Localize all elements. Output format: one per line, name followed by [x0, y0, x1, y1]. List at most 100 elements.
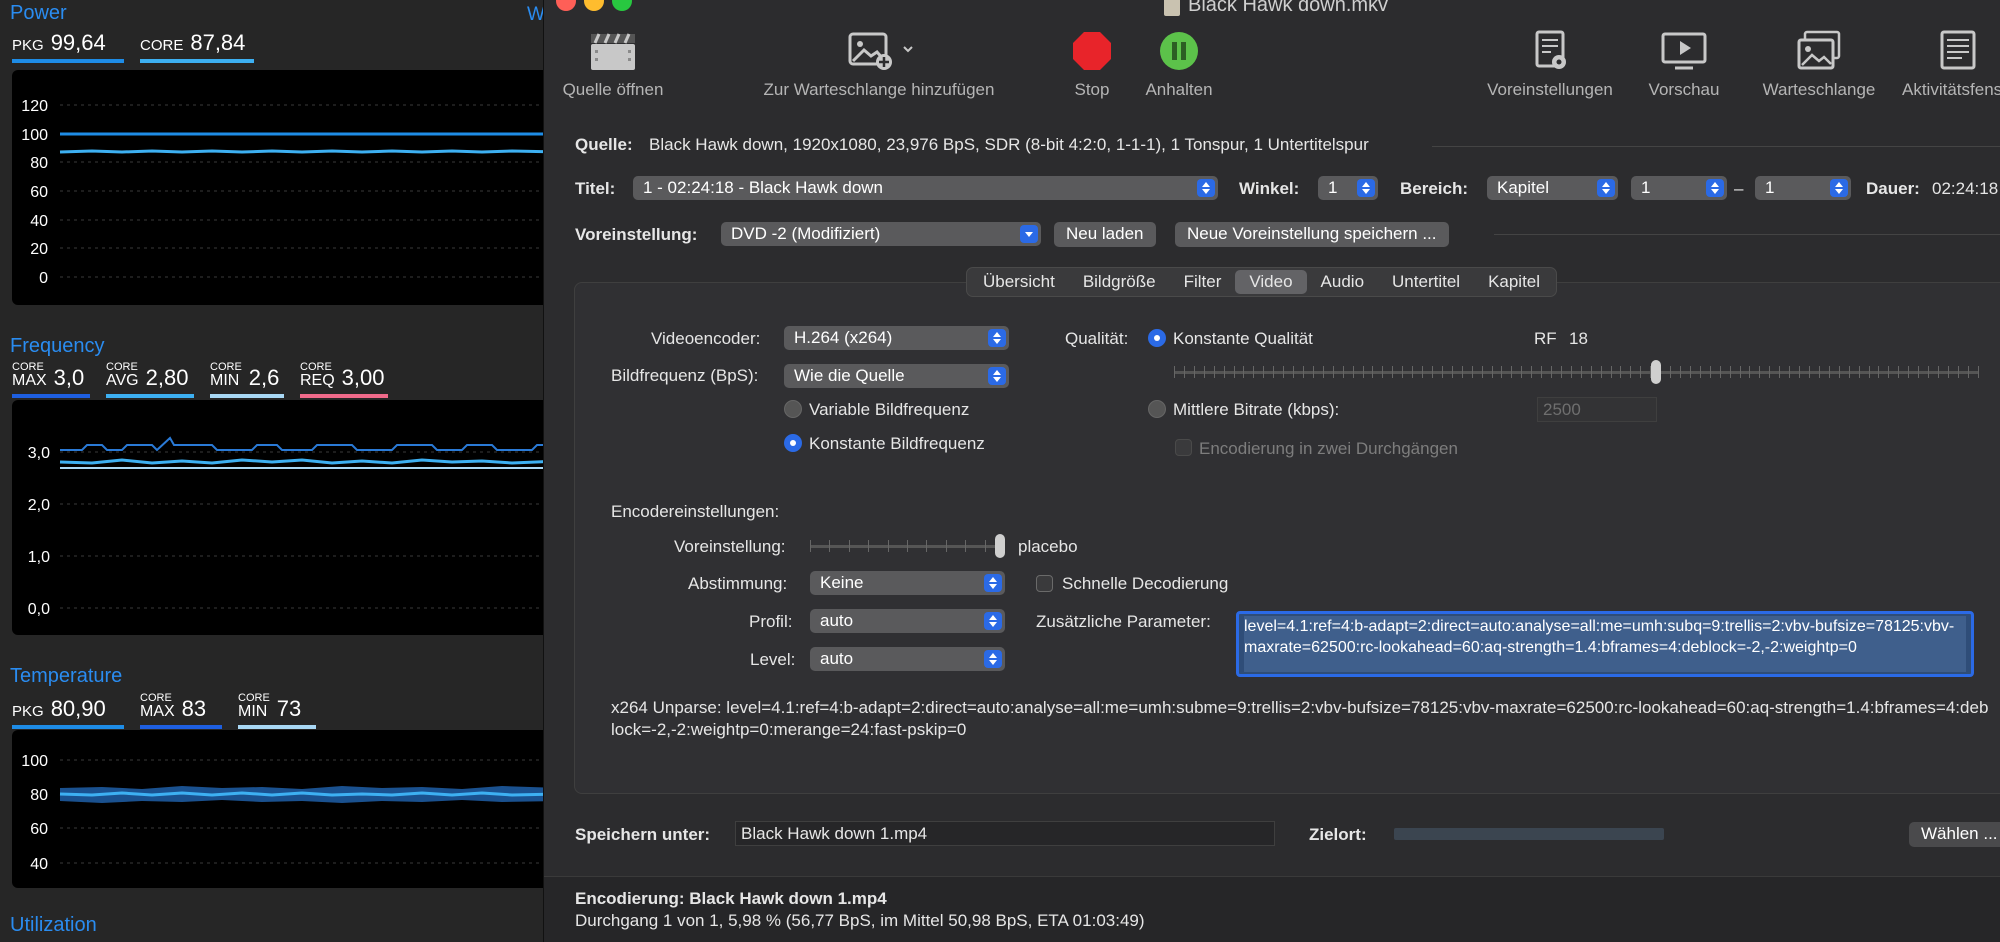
range-label: Bereich:: [1400, 179, 1469, 198]
tune-label: Abstimmung:: [688, 574, 788, 593]
slider-tick: [1441, 366, 1443, 378]
pause-button[interactable]: Anhalten: [1134, 30, 1224, 100]
slider-tick: [887, 540, 889, 552]
encoder-select[interactable]: H.264 (x264): [784, 326, 1009, 350]
freq-avg-metric: CORE AVG 2,80: [106, 362, 194, 398]
extra-params-label: Zusätzliche Parameter:: [1036, 612, 1211, 631]
variable-framerate-radio[interactable]: [784, 400, 802, 418]
tab-video[interactable]: Video: [1235, 270, 1307, 294]
power-title: Power: [10, 2, 67, 24]
level-select[interactable]: auto: [810, 647, 1005, 671]
preset-label: Voreinstellung:: [575, 225, 698, 244]
presets-button[interactable]: Voreinstellungen: [1480, 30, 1620, 100]
chevron-updown-icon: [1706, 179, 1724, 197]
save-as-input[interactable]: Black Hawk down 1.mp4: [735, 821, 1275, 846]
destination-path-field[interactable]: [1394, 828, 1664, 840]
framerate-select[interactable]: Wie die Quelle: [784, 364, 1009, 388]
two-pass-checkbox[interactable]: [1175, 439, 1192, 456]
power-ytick: 80: [30, 155, 48, 172]
freq-avg-line: [59, 458, 560, 465]
encoder-select-value: H.264 (x264): [794, 328, 893, 347]
tab-audio[interactable]: Audio: [1307, 270, 1378, 294]
constant-framerate-label: Konstante Bildfrequenz: [809, 434, 985, 453]
minimize-window-button[interactable]: [584, 0, 604, 11]
tab-chapters[interactable]: Kapitel: [1474, 270, 1554, 294]
temp-min-metric: CORE MIN 73: [238, 693, 316, 729]
quality-slider[interactable]: [1174, 360, 1979, 384]
extra-params-text: level=4.1:ref=4:b-adapt=2:direct=auto:an…: [1244, 616, 1966, 672]
slider-tick: [1273, 366, 1275, 378]
slider-tick: [1570, 366, 1572, 378]
separator: [1432, 146, 2000, 147]
chevron-updown-icon: [984, 650, 1002, 668]
profile-select[interactable]: auto: [810, 609, 1005, 633]
slider-tick: [1680, 366, 1682, 378]
stop-icon: [1062, 30, 1122, 72]
bitrate-input[interactable]: 2500: [1537, 397, 1657, 422]
average-bitrate-radio[interactable]: [1148, 400, 1166, 418]
angle-select-value: 1: [1328, 178, 1338, 197]
slider-tick: [1352, 366, 1354, 378]
power-ytick: 60: [30, 184, 48, 201]
slider-tick: [945, 540, 947, 552]
slider-tick: [1769, 366, 1771, 378]
range-dash: –: [1734, 179, 1744, 198]
preview-icon: [1640, 30, 1728, 72]
slider-tick: [1828, 366, 1830, 378]
screen: W Power PKG 99,64 CORE 87,84 120 100 80 …: [0, 0, 2000, 942]
reload-button[interactable]: Neu laden: [1054, 222, 1156, 247]
tab-subtitles[interactable]: Untertitel: [1378, 270, 1474, 294]
slider-tick: [1283, 366, 1285, 378]
slider-tick: [1243, 366, 1245, 378]
slider-tick: [1183, 366, 1185, 378]
add-to-queue-button[interactable]: Zur Warteschlange hinzufügen: [744, 30, 1014, 100]
source-info: Black Hawk down, 1920x1080, 23,976 BpS, …: [649, 135, 1369, 154]
save-new-preset-button[interactable]: Neue Voreinstellung speichern ...: [1175, 222, 1449, 247]
slider-tick: [984, 540, 986, 552]
slider-tick: [1749, 366, 1751, 378]
quality-slider-knob[interactable]: [1651, 360, 1661, 384]
encoder-preset-slider[interactable]: [810, 534, 1005, 558]
power-core-metric: CORE 87,84: [140, 32, 254, 63]
open-source-button[interactable]: Quelle öffnen: [558, 30, 668, 100]
zoom-window-button[interactable]: [612, 0, 632, 11]
power-ytick: 100: [21, 127, 48, 144]
slider-tick: [1451, 366, 1453, 378]
handbrake-window: Black Hawk down.mkv Quelle öffnen Zur Wa…: [543, 0, 2000, 942]
temp-pkg-label: PKG: [12, 703, 44, 720]
settings-tabs: Übersicht Bildgröße Filter Video Audio U…: [966, 267, 1558, 297]
slider-tick: [1719, 366, 1721, 378]
tab-filters[interactable]: Filter: [1170, 270, 1236, 294]
range-to-select[interactable]: 1: [1755, 176, 1851, 200]
slider-tick: [1977, 366, 1979, 378]
slider-tick: [1610, 366, 1612, 378]
choose-destination-button[interactable]: Wählen ...: [1909, 822, 2000, 847]
angle-select[interactable]: 1: [1318, 176, 1378, 200]
tab-dimensions[interactable]: Bildgröße: [1069, 270, 1170, 294]
stop-button[interactable]: Stop: [1062, 30, 1122, 100]
slider-tick: [810, 540, 811, 552]
temp-max-value: 83: [181, 696, 207, 721]
slider-tick: [1263, 366, 1265, 378]
slider-tick: [1213, 366, 1215, 378]
temperature-chart-svg: 100 80 60 40: [21, 753, 560, 873]
preview-button[interactable]: Vorschau: [1640, 30, 1728, 100]
temp-ytick: 80: [30, 787, 48, 804]
title-select[interactable]: 1 - 02:24:18 - Black Hawk down: [633, 176, 1218, 200]
frequency-chart-svg: 3,0 2,0 1,0 0,0: [28, 436, 560, 618]
tune-select[interactable]: Keine: [810, 571, 1005, 595]
fast-decode-checkbox[interactable]: [1036, 575, 1053, 592]
activity-button[interactable]: Aktivitätsfens: [1894, 30, 2000, 100]
close-window-button[interactable]: [556, 0, 576, 11]
preset-select[interactable]: DVD -2 (Modifiziert): [721, 222, 1041, 246]
range-type-select[interactable]: Kapitel: [1487, 176, 1618, 200]
range-from-select[interactable]: 1: [1631, 176, 1727, 200]
queue-button[interactable]: Warteschlange: [1744, 30, 1894, 100]
queue-icon: [1744, 30, 1894, 72]
constant-quality-radio[interactable]: [1148, 329, 1166, 347]
encoder-label: Videoencoder:: [651, 329, 761, 348]
encoder-preset-knob[interactable]: [995, 534, 1005, 558]
tab-overview[interactable]: Übersicht: [969, 270, 1069, 294]
constant-framerate-radio[interactable]: [784, 434, 802, 452]
extra-params-textarea[interactable]: level=4.1:ref=4:b-adapt=2:direct=auto:an…: [1236, 611, 1974, 677]
